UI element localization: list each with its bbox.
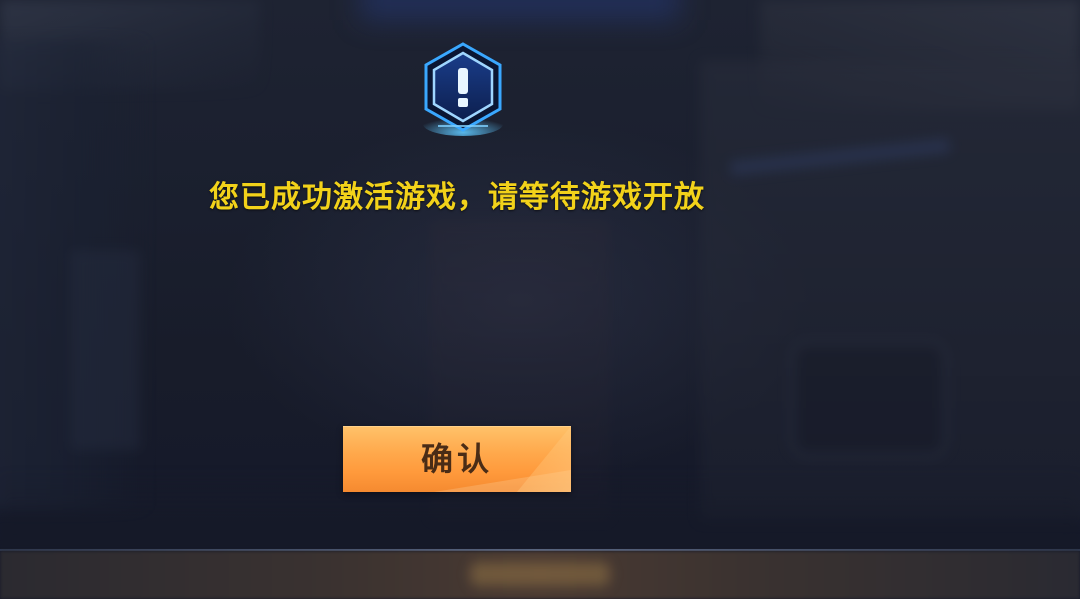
bottom-glow <box>470 562 610 586</box>
dialog-message: 您已成功激活游戏，请等待游戏开放 <box>209 180 705 215</box>
exclamation-hexagon-icon <box>418 40 508 136</box>
confirm-button[interactable]: 确认 <box>343 426 571 492</box>
background-scenery <box>790 340 948 458</box>
background-scenery <box>70 250 140 450</box>
top-glow <box>360 0 680 20</box>
confirm-button-label: 确认 <box>420 441 493 477</box>
game-screen: 您已成功激活游戏，请等待游戏开放 确认 <box>0 0 1080 599</box>
